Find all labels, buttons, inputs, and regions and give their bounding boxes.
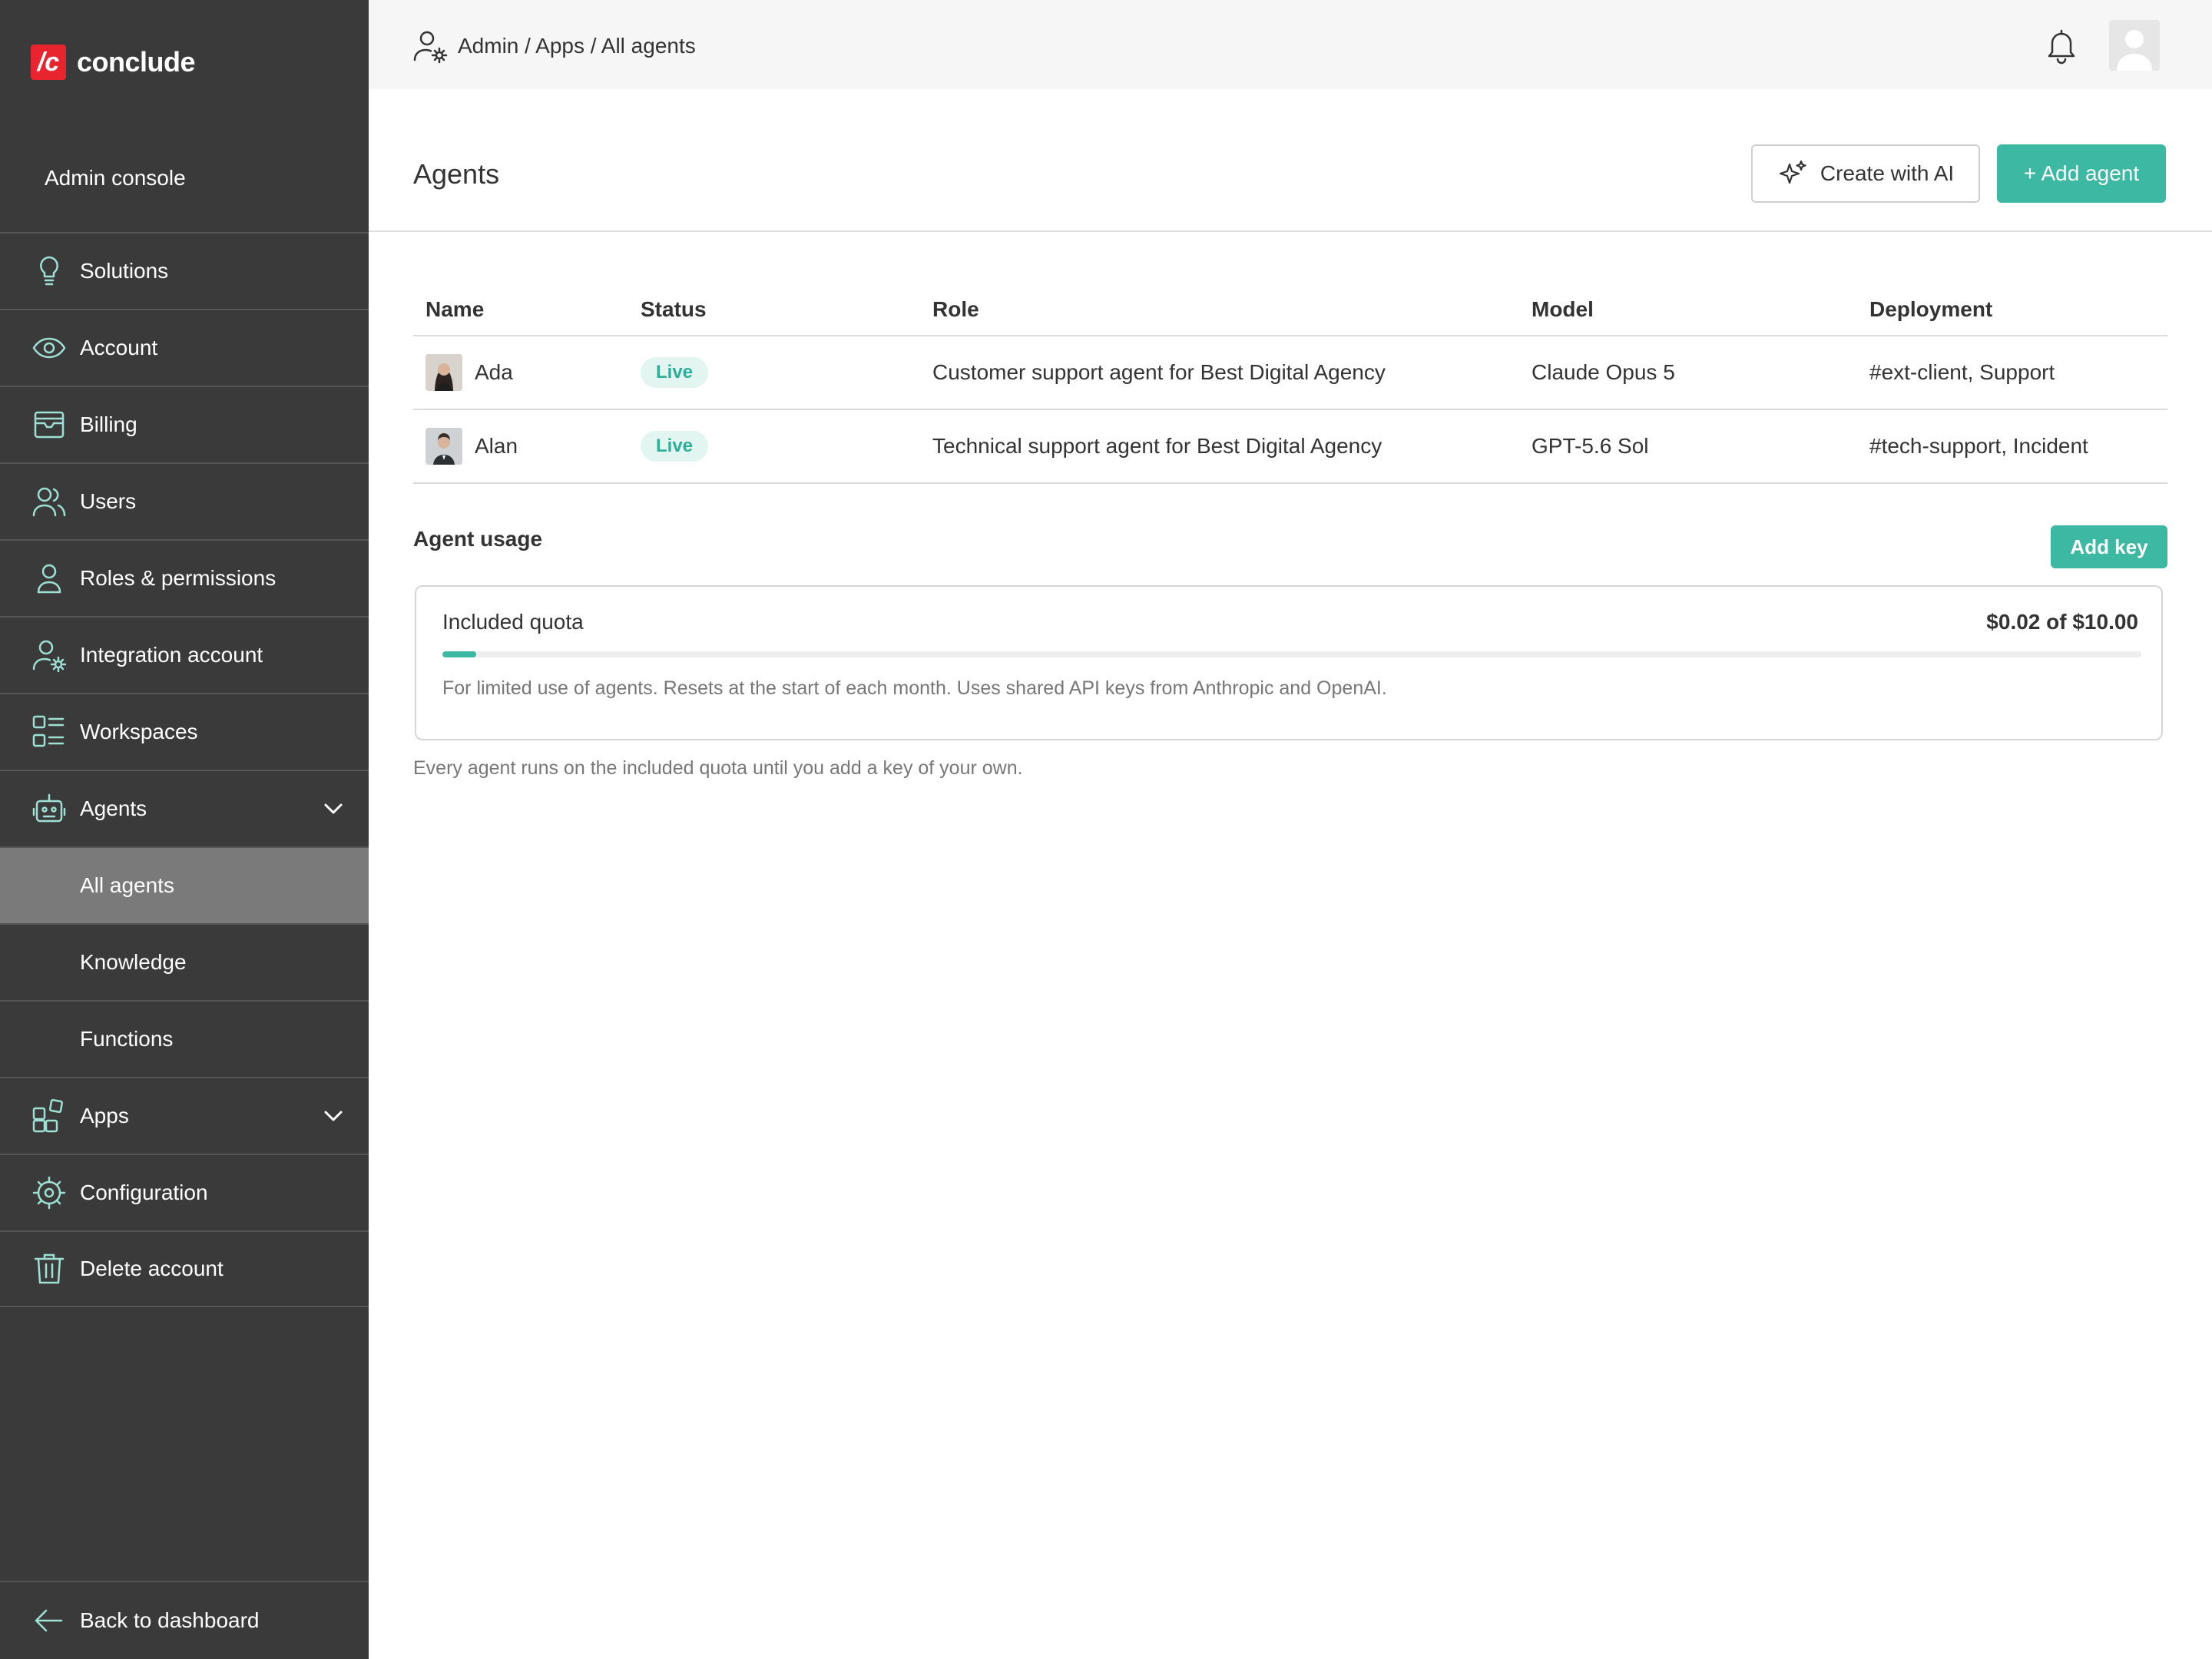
column-header-name[interactable]: Name [426,297,484,322]
sidebar-item-label: Account [80,336,158,359]
column-header-status[interactable]: Status [641,297,707,322]
sidebar-item-label: Workspaces [80,720,198,743]
brand-logo[interactable]: /c conclude [31,45,196,80]
create-with-ai-label: Create with AI [1820,161,1955,185]
workspaces-icon [31,714,68,750]
table-header-row: Name Status Role Model Deployment [413,284,2167,336]
lightbulb-icon [31,253,68,290]
role-cell: Customer support agent for Best Digital … [932,360,1386,384]
role-cell: Technical support agent for Best Digital… [932,434,1382,458]
sidebar-item-label: Billing [80,412,137,436]
arrow-left-icon [31,1603,66,1638]
robot-icon [31,790,68,827]
sidebar-item-apps[interactable]: Apps [0,1077,369,1154]
sidebar-item-billing[interactable]: Billing [0,386,369,462]
user-icon [31,560,68,597]
sidebar-item-integration-account[interactable]: Integration account [0,616,369,693]
column-header-deployment[interactable]: Deployment [1869,297,1992,322]
quota-progress-fill [442,651,477,657]
brand-mark: /c [31,45,66,80]
sidebar-item-users[interactable]: Users [0,462,369,539]
bell-icon[interactable] [2043,26,2080,65]
sidebar-item-roles-permissions[interactable]: Roles & permissions [0,539,369,616]
back-to-dashboard-label: Back to dashboard [80,1608,260,1632]
brand-name: conclude [77,46,196,78]
breadcrumb: Admin / Apps / All agents [412,28,696,65]
user-gear-icon [412,28,449,65]
sidebar-item-knowledge[interactable]: Knowledge [0,923,369,1000]
sidebar-nav: Solutions Account Billing Users Roles & … [0,232,369,1307]
model-cell: GPT-5.6 Sol [1532,434,1649,458]
sidebar-item-account[interactable]: Account [0,309,369,386]
sidebar-item-label: Apps [80,1104,129,1128]
quota-label: Included quota [442,610,584,634]
chevron-down-icon[interactable] [320,1102,347,1130]
agent-name: Alan [475,434,518,458]
quota-card: Included quota $0.02 of $10.00 For limit… [415,585,2163,740]
sidebar-item-label: All agents [80,873,174,897]
table-row[interactable]: Alan Live Technical support agent for Be… [413,410,2167,484]
sparkles-icon [1777,158,1808,189]
console-label: Admin console [45,166,186,190]
header-divider [369,230,2212,232]
status-badge: Live [641,431,709,462]
column-header-model[interactable]: Model [1532,297,1594,322]
sidebar-item-solutions[interactable]: Solutions [0,232,369,309]
sidebar-item-functions[interactable]: Functions [0,1000,369,1077]
add-agent-button[interactable]: + Add agent [1997,144,2166,203]
usage-footnote: Every agent runs on the included quota u… [413,757,1023,779]
status-cell: Live [641,431,709,462]
agent-avatar [426,428,462,465]
add-key-button[interactable]: Add key [2051,525,2167,568]
agents-table: Name Status Role Model Deployment Ada Li… [413,284,2167,484]
status-cell: Live [641,357,709,388]
trash-icon [31,1250,68,1287]
top-bar: Admin / Apps / All agents [369,0,2212,89]
column-header-role[interactable]: Role [932,297,979,322]
sidebar-item-all-agents[interactable]: All agents [0,846,369,923]
deployment-cell: #ext-client, Support [1869,360,2055,384]
agent-name-cell: Alan [426,428,518,465]
create-with-ai-button[interactable]: Create with AI [1751,144,1980,203]
user-avatar[interactable] [2109,20,2160,71]
users-icon [31,483,68,520]
chevron-down-icon[interactable] [320,795,347,823]
sidebar-item-label: Delete account [80,1257,224,1280]
quota-value: $0.02 of $10.00 [1986,610,2138,634]
agent-avatar [426,354,462,391]
page-title: Agents [413,158,500,190]
agent-name: Ada [475,360,513,384]
back-to-dashboard-link[interactable]: Back to dashboard [0,1581,369,1659]
deployment-cell: #tech-support, Incident [1869,434,2088,458]
quota-progress-bar [442,651,2141,657]
sidebar-item-label: Agents [80,796,147,820]
sidebar-item-label: Integration account [80,643,263,667]
agent-usage-title: Agent usage [413,527,543,551]
sidebar-item-delete-account[interactable]: Delete account [0,1230,369,1307]
eye-icon [31,329,68,366]
sidebar-item-agents[interactable]: Agents [0,770,369,846]
sidebar-item-label: Roles & permissions [80,566,276,590]
sidebar-item-label: Functions [80,1027,174,1051]
sidebar-item-workspaces[interactable]: Workspaces [0,693,369,770]
sidebar-item-configuration[interactable]: Configuration [0,1154,369,1230]
sidebar-item-label: Users [80,489,137,513]
sidebar-item-label: Knowledge [80,950,187,974]
breadcrumb-text[interactable]: Admin / Apps / All agents [458,34,696,58]
model-cell: Claude Opus 5 [1532,360,1675,384]
sidebar: /c conclude Admin console Solutions Acco… [0,0,369,1659]
billing-icon [31,406,68,443]
status-badge: Live [641,357,709,388]
table-row[interactable]: Ada Live Customer support agent for Best… [413,336,2167,410]
agent-name-cell: Ada [426,354,513,391]
apps-icon [31,1098,68,1134]
quota-note: For limited use of agents. Resets at the… [442,677,1387,699]
user-gear-icon [31,637,68,674]
gear-icon [31,1174,68,1211]
sidebar-item-label: Configuration [80,1181,208,1204]
sidebar-item-label: Solutions [80,259,169,283]
